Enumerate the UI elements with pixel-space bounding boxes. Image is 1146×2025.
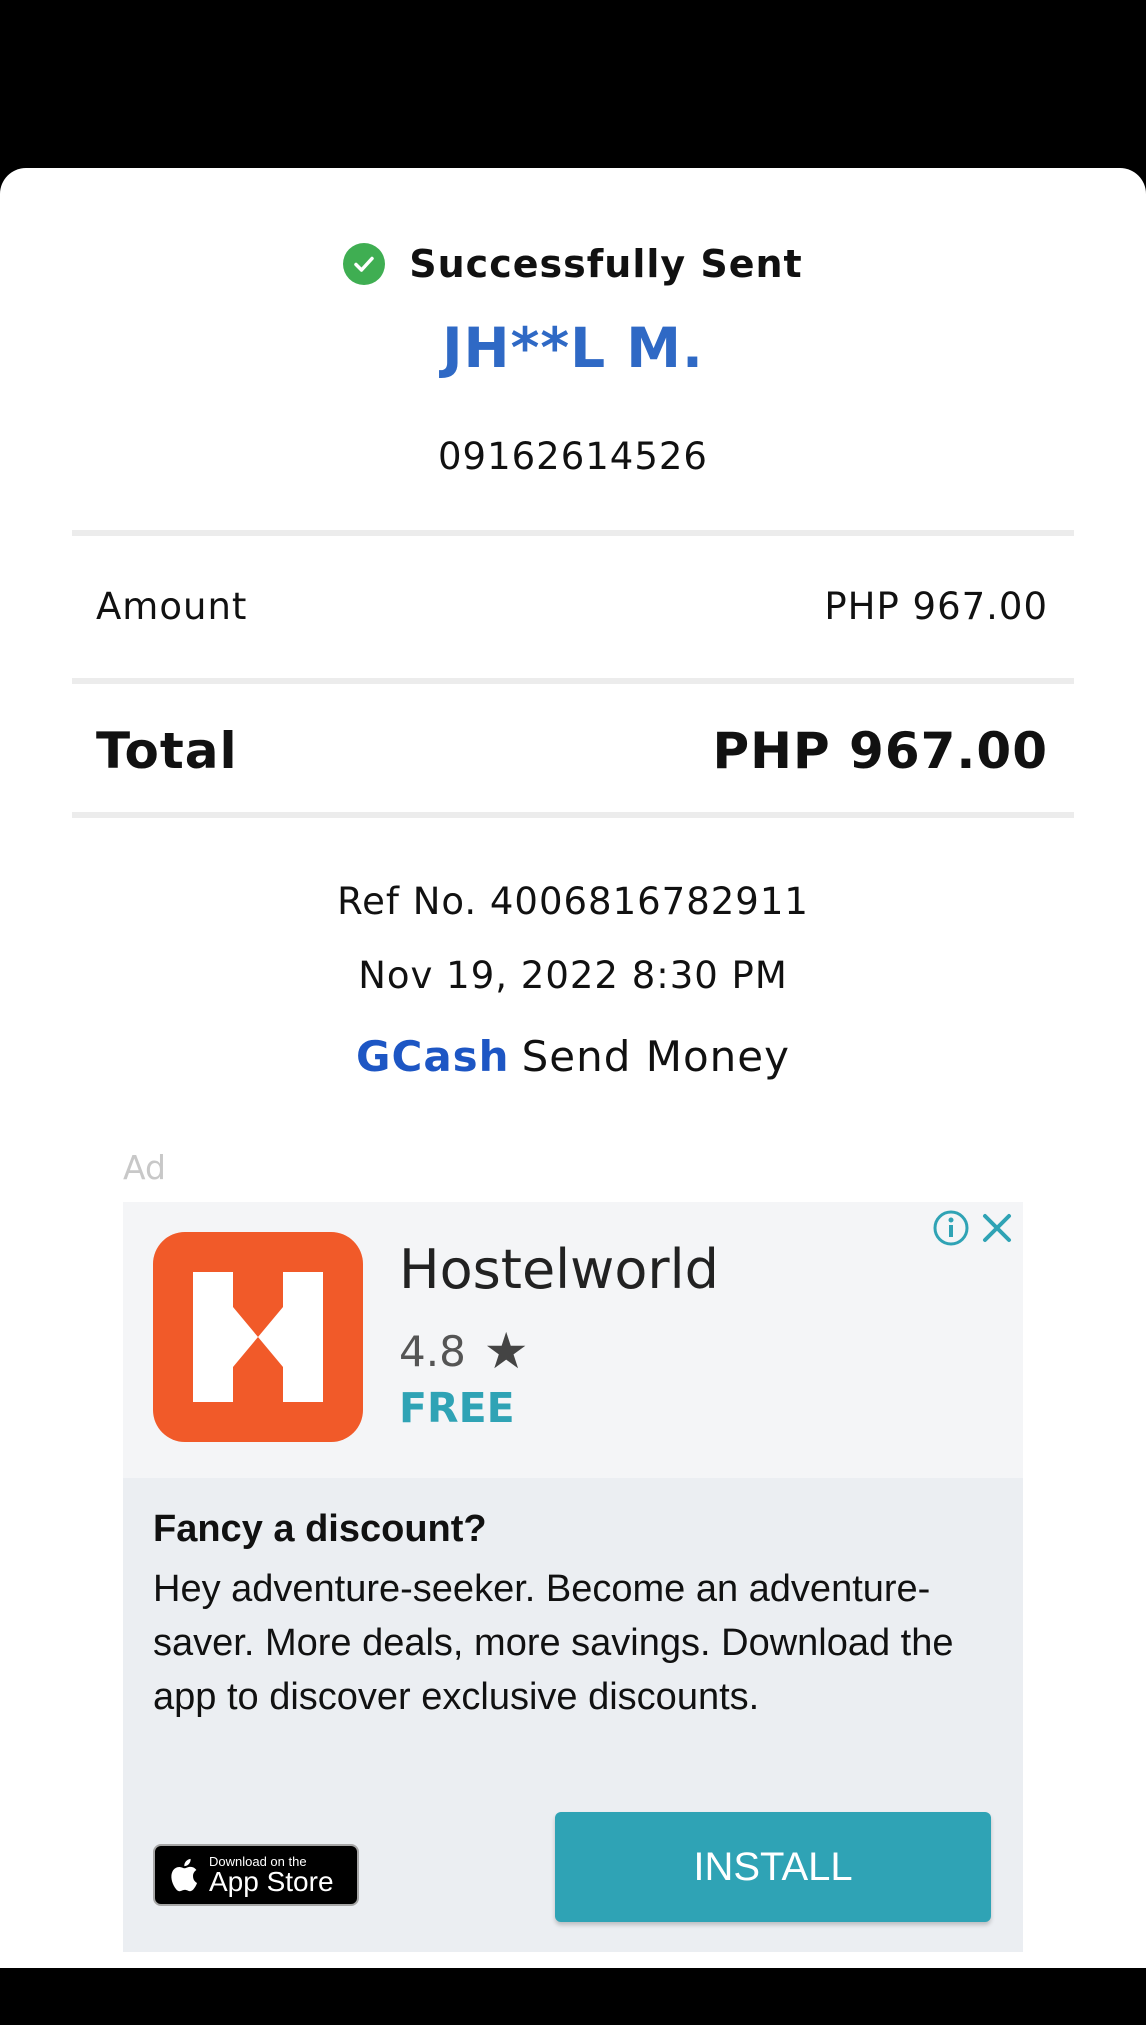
ad-body-text: Hey adventure-seeker. Become an adventur… <box>153 1568 954 1718</box>
apple-icon <box>171 1858 198 1892</box>
close-icon[interactable] <box>977 1208 1017 1248</box>
info-icon[interactable] <box>931 1208 971 1248</box>
reference-number: Ref No. 4006816782911 <box>337 880 809 923</box>
gcash-brand: GCash <box>356 1032 510 1081</box>
ad-label: Ad <box>123 1148 166 1187</box>
app-store-badge[interactable]: Download on the App Store <box>153 1844 359 1906</box>
ad-headline: Fancy a discount? <box>153 1508 487 1550</box>
total-row: Total PHP 967.00 <box>96 722 1048 780</box>
rating-value: 4.8 <box>399 1326 466 1376</box>
star-icon: ★ <box>483 1322 529 1380</box>
status-row: Successfully Sent <box>0 242 1146 286</box>
badge-big-text: App Store <box>209 1865 334 1897</box>
recipient-number: 09162614526 <box>438 435 708 478</box>
divider <box>72 678 1074 684</box>
ad-banner[interactable]: Hostelworld 4.8 ★ FREE Fancy a discount? <box>123 1202 1023 1952</box>
hostelworld-logo-icon[interactable] <box>153 1232 363 1442</box>
status-text: Successfully Sent <box>409 242 803 286</box>
app-rating: 4.8 ★ <box>399 1322 529 1380</box>
app-name[interactable]: Hostelworld <box>399 1238 719 1301</box>
badge-text: Download on the App Store <box>209 1855 334 1896</box>
service-name: Send Money <box>521 1032 790 1081</box>
app-price: FREE <box>399 1384 515 1432</box>
service-line: GCash Send Money <box>0 1032 1146 1081</box>
install-button[interactable]: INSTALL <box>555 1812 991 1922</box>
total-value: PHP 967.00 <box>712 722 1048 780</box>
divider <box>72 812 1074 818</box>
total-label: Total <box>96 722 238 780</box>
amount-value: PHP 967.00 <box>824 585 1048 628</box>
ad-app-header[interactable]: Hostelworld 4.8 ★ FREE <box>123 1202 1023 1478</box>
check-circle-icon <box>343 243 386 285</box>
screen: Successfully Sent JH**L M. 09162614526 A… <box>0 0 1146 2025</box>
recipient-name: JH**L M. <box>442 316 704 380</box>
amount-row: Amount PHP 967.00 <box>96 585 1048 628</box>
transaction-datetime: Nov 19, 2022 8:30 PM <box>358 954 788 997</box>
amount-label: Amount <box>96 585 248 628</box>
divider <box>72 530 1074 536</box>
